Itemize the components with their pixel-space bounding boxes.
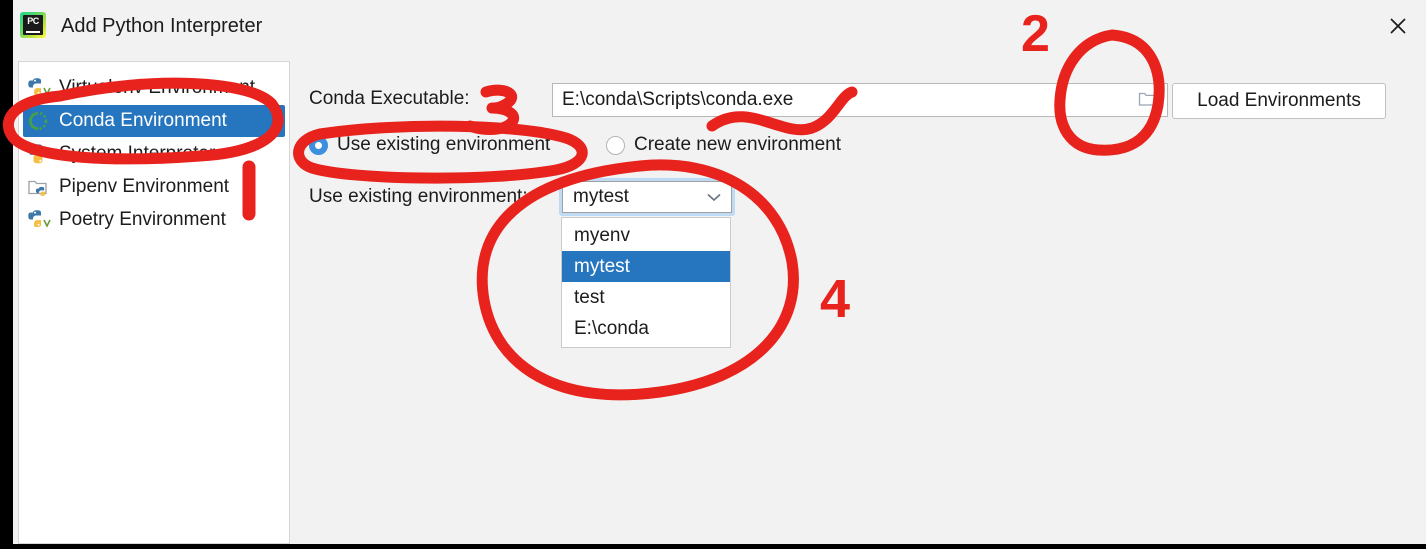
dropdown-option-test[interactable]: test [562, 282, 730, 313]
dropdown-option-myenv[interactable]: myenv [562, 220, 730, 251]
radio-label: Use existing environment [337, 134, 551, 155]
browse-folder-button[interactable] [1135, 89, 1161, 113]
folder-icon [1138, 90, 1158, 112]
conda-executable-label: Conda Executable: [309, 88, 470, 109]
radio-unselected-icon [606, 135, 625, 155]
load-environments-button[interactable]: Load Environments [1172, 83, 1386, 119]
load-environments-label: Load Environments [1197, 90, 1361, 111]
environment-combobox-value: mytest [573, 186, 629, 207]
dropdown-option-label: mytest [574, 255, 630, 277]
conda-executable-value: E:\conda\Scripts\conda.exe [562, 89, 794, 110]
use-existing-environment-label: Use existing environment: [309, 186, 528, 207]
environment-combobox-focus-ring: mytest [559, 178, 735, 216]
dropdown-option-mytest[interactable]: mytest [562, 251, 730, 282]
radio-create-new-environment[interactable]: Create new environment [606, 134, 841, 156]
radio-use-existing-environment[interactable]: Use existing environment [309, 134, 550, 156]
add-python-interpreter-dialog: PC Add Python Interpreter Virtualenv Env… [13, 0, 1426, 544]
chevron-down-icon [706, 191, 722, 203]
screenshot-root: PC Add Python Interpreter Virtualenv Env… [0, 0, 1426, 544]
dropdown-option-label: test [574, 286, 605, 308]
radio-label: Create new environment [634, 134, 841, 155]
main-content: Conda Executable: E:\conda\Scripts\conda… [13, 0, 1426, 544]
dropdown-option-label: E:\conda [574, 317, 649, 339]
dropdown-option-e-conda[interactable]: E:\conda [562, 313, 730, 344]
radio-selected-icon [309, 135, 328, 155]
environment-dropdown-list: myenv mytest test E:\conda [561, 217, 731, 348]
dropdown-option-label: myenv [574, 224, 630, 246]
conda-executable-input[interactable]: E:\conda\Scripts\conda.exe [552, 83, 1168, 117]
environment-combobox[interactable]: mytest [562, 181, 732, 213]
